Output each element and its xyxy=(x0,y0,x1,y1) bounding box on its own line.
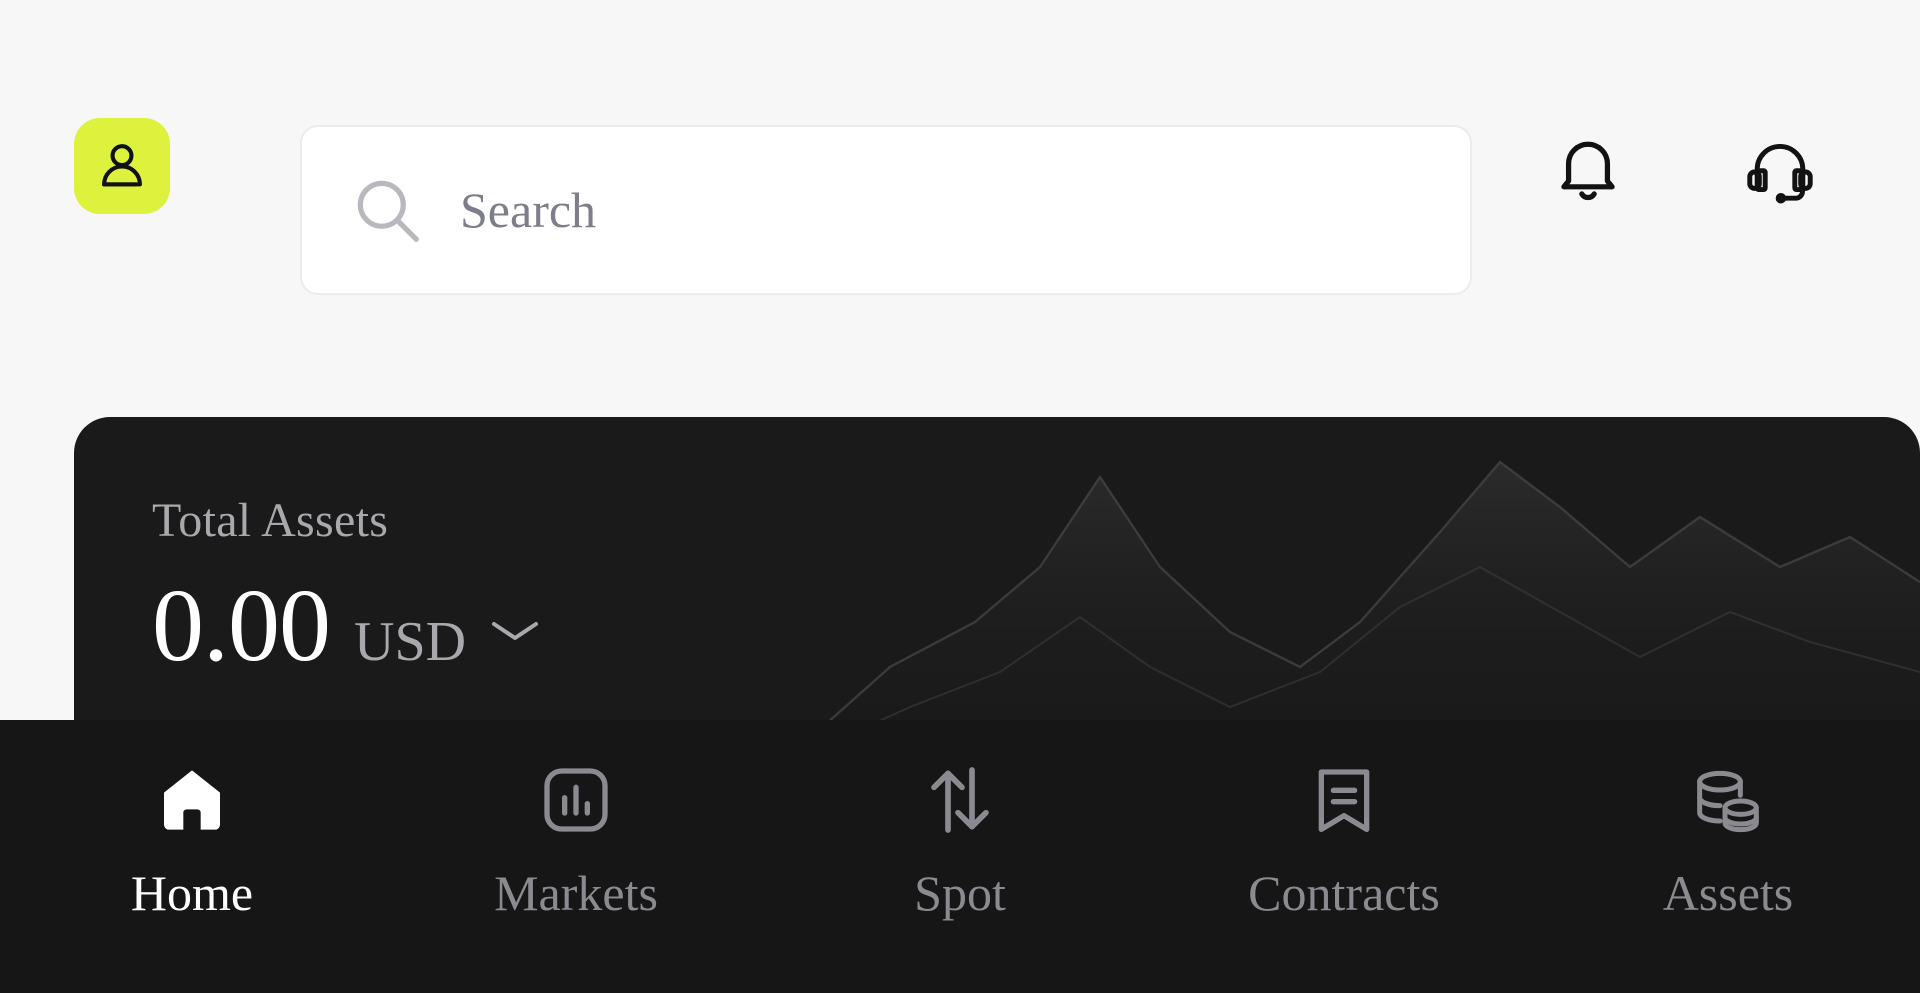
customer-support-button[interactable] xyxy=(1735,125,1825,215)
total-assets-currency[interactable]: USD xyxy=(354,610,466,674)
bookmark-lines-icon xyxy=(1304,754,1384,846)
nav-label-assets: Assets xyxy=(1662,865,1794,921)
nav-item-home[interactable]: Home xyxy=(0,720,384,993)
search-input[interactable] xyxy=(460,175,1320,245)
home-icon xyxy=(152,754,232,846)
nav-label-home: Home xyxy=(130,865,254,921)
total-assets-label: Total Assets xyxy=(152,494,389,547)
nav-item-assets[interactable]: Assets xyxy=(1536,720,1920,993)
total-assets-content: Total Assets 0.00 USD xyxy=(74,417,1920,680)
total-assets-value: 0.00 xyxy=(152,568,331,683)
nav-label-markets: Markets xyxy=(494,865,658,921)
search-icon xyxy=(346,169,428,251)
user-icon xyxy=(93,137,151,195)
nav-label-contracts: Contracts xyxy=(1248,865,1440,921)
nav-item-markets[interactable]: Markets xyxy=(384,720,768,993)
chevron-down-icon[interactable] xyxy=(488,612,542,651)
total-assets-row: 0.00 USD xyxy=(152,571,1920,680)
nav-label-spot: Spot xyxy=(914,865,1006,921)
search-bar[interactable] xyxy=(300,125,1472,295)
bottom-navigation-bar: Home Markets Spot Contracts Assets xyxy=(0,720,1920,993)
app-header xyxy=(0,0,1920,400)
nav-item-contracts[interactable]: Contracts xyxy=(1152,720,1536,993)
nav-item-spot[interactable]: Spot xyxy=(768,720,1152,993)
bar-chart-icon xyxy=(536,754,616,846)
bell-icon xyxy=(1551,131,1625,210)
headset-icon xyxy=(1743,131,1817,210)
avatar-button[interactable] xyxy=(74,118,170,214)
swap-arrows-icon xyxy=(920,754,1000,846)
coin-stack-icon xyxy=(1688,754,1768,846)
notifications-button[interactable] xyxy=(1543,125,1633,215)
